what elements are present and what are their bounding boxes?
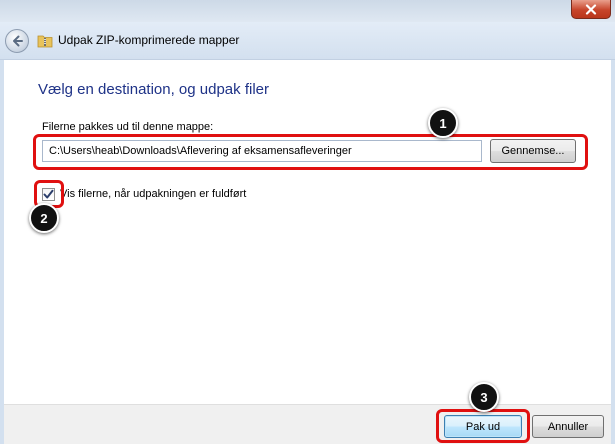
annotation-badge-3: 3: [469, 382, 499, 412]
back-button[interactable]: [5, 29, 29, 53]
annotation-badge-1: 1: [428, 108, 458, 138]
annotation-outline-1: [33, 134, 588, 170]
background-blur: [0, 2, 615, 12]
wizard-content: Vælg en destination, og udpak filer File…: [4, 60, 611, 404]
annotation-outline-3: [436, 409, 530, 443]
zip-folder-icon: [37, 35, 53, 48]
close-icon: [585, 3, 597, 15]
wizard-footer: Pak ud Annuller: [4, 404, 611, 444]
cancel-button[interactable]: Annuller: [532, 415, 604, 438]
page-title: Vælg en destination, og udpak filer: [38, 81, 269, 98]
window-title: Udpak ZIP-komprimerede mapper: [58, 33, 240, 47]
close-button[interactable]: [571, 0, 611, 19]
window-titlebar: Udpak ZIP-komprimerede mapper: [0, 22, 615, 60]
destination-label: Filerne pakkes ud til denne mappe:: [42, 121, 214, 133]
background-window-strip: [0, 0, 615, 22]
annotation-badge-2: 2: [29, 203, 59, 233]
show-files-label[interactable]: Vis filerne, når udpakningen er fuldført: [60, 188, 246, 200]
window-frame-right: [611, 60, 615, 444]
back-arrow-icon: [13, 35, 23, 47]
